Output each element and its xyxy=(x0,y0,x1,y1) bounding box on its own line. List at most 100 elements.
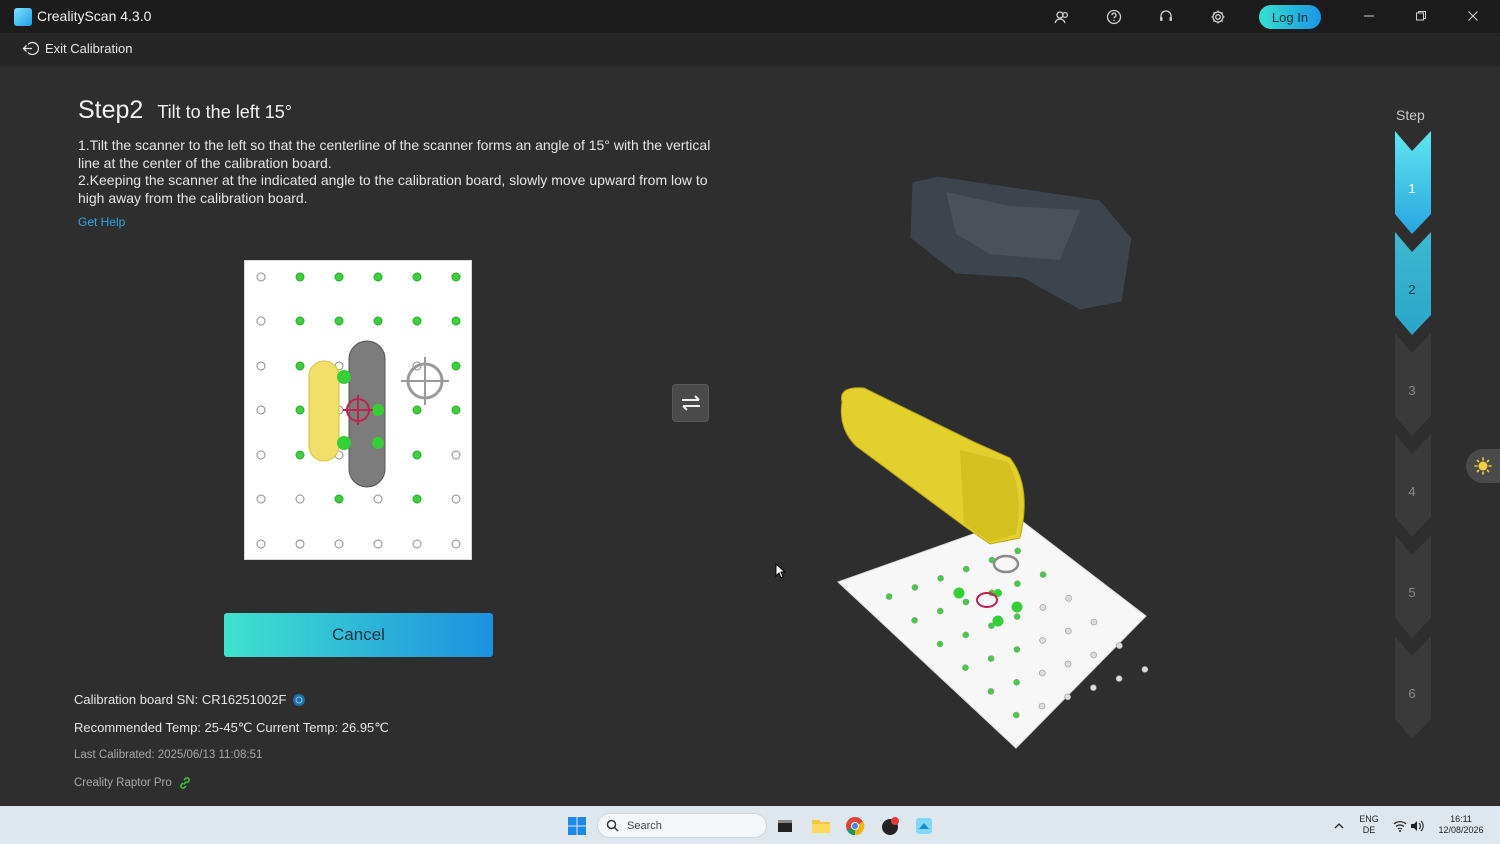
marker-dot xyxy=(256,494,266,504)
step-number-6: 6 xyxy=(1408,686,1416,701)
step-number-4: 4 xyxy=(1408,484,1416,499)
marker-dot xyxy=(451,494,461,504)
tray-chevron-up-icon[interactable] xyxy=(1328,815,1350,837)
search-placeholder: Search xyxy=(627,819,662,832)
info-circle-icon[interactable] xyxy=(292,693,306,707)
detected-marker-dot xyxy=(412,405,422,415)
plane-marker-dot xyxy=(1039,604,1047,611)
clock-time[interactable]: 16:11 xyxy=(1432,814,1490,825)
marker-dot xyxy=(451,450,461,460)
detected-marker-dot xyxy=(295,450,305,460)
plane-marker-dot xyxy=(1064,627,1072,635)
device-name: Creality Raptor Pro xyxy=(74,777,172,789)
step-number-3: 3 xyxy=(1408,383,1416,398)
lang-top[interactable]: ENG xyxy=(1357,814,1381,825)
step-heading: Step2 Tilt to the left 15° xyxy=(78,96,292,125)
steps-panel-label: Step xyxy=(1396,107,1425,123)
marker-dot xyxy=(256,272,266,282)
board-sn-row: Calibration board SN: CR16251002F xyxy=(74,692,306,707)
terminal-app-icon[interactable] xyxy=(774,815,796,837)
instruction-1: 1.Tilt the scanner to the left so that t… xyxy=(78,137,711,171)
plane-marker-dot xyxy=(911,616,918,624)
clock-date[interactable]: 12/08/2026 xyxy=(1432,825,1490,836)
plane-marker-dot xyxy=(937,574,944,582)
plane-marker-dot xyxy=(1064,693,1072,701)
get-help-link[interactable]: Get Help xyxy=(78,215,125,229)
sun-icon xyxy=(1474,457,1492,475)
file-explorer-icon[interactable] xyxy=(810,815,832,837)
detected-marker-dot xyxy=(451,316,461,326)
step-subtitle: Tilt to the left 15° xyxy=(157,102,292,122)
exit-calibration-button[interactable]: Exit Calibration xyxy=(22,40,132,57)
plane-marker-dot xyxy=(885,593,893,600)
volume-icon[interactable] xyxy=(1406,815,1428,837)
community-icon[interactable] xyxy=(1051,6,1073,28)
plane-marker-dot xyxy=(1116,642,1123,650)
temperature-text: Recommended Temp: 25-45℃ Current Temp: 2… xyxy=(74,720,389,735)
marker-dot xyxy=(334,539,344,549)
marker-dot xyxy=(295,494,305,504)
detected-marker-dot xyxy=(334,494,344,504)
restore-icon[interactable] xyxy=(1406,5,1436,27)
taskbar-search[interactable]: Search xyxy=(597,813,767,838)
media-app-icon[interactable] xyxy=(879,815,901,837)
plane-marker-dot xyxy=(1090,684,1097,692)
plane-marker-dot xyxy=(937,607,944,615)
plane-marker-dot xyxy=(987,655,995,662)
plane-marker-dot xyxy=(962,664,969,672)
plane-marker-dot xyxy=(987,688,995,695)
marker-dot xyxy=(256,361,266,371)
link-icon[interactable] xyxy=(178,776,192,790)
device-row: Creality Raptor Pro xyxy=(74,776,192,790)
brightness-button[interactable] xyxy=(1466,449,1500,483)
login-button[interactable]: Log In xyxy=(1259,5,1321,29)
plane-marker-dot xyxy=(1013,646,1021,653)
plane-marker-dot xyxy=(1115,675,1123,682)
plane-marker-dot xyxy=(963,565,970,573)
cancel-button[interactable]: Cancel xyxy=(224,613,493,657)
detected-marker-dot xyxy=(451,361,461,371)
instruction-2: 2.Keeping the scanner at the indicated a… xyxy=(78,172,708,206)
marker-dot xyxy=(373,494,383,504)
step-instructions: 1.Tilt the scanner to the left so that t… xyxy=(78,137,718,207)
board-diagram xyxy=(256,272,461,549)
windows-start-icon[interactable] xyxy=(566,815,588,837)
gear-icon[interactable] xyxy=(1207,6,1229,28)
plane-marker-dot xyxy=(1014,547,1022,555)
plane-marker-dot xyxy=(1013,678,1020,686)
support-icon[interactable] xyxy=(1155,6,1177,28)
crosshair-icon xyxy=(401,357,449,405)
exit-calibration-label: Exit Calibration xyxy=(45,41,133,56)
plane-marker-dot xyxy=(1038,669,1046,677)
plane-marker-dot xyxy=(1039,571,1047,578)
steps-panel: 1 2 3 4 5 6 xyxy=(1394,131,1432,756)
detected-marker-dot xyxy=(334,272,344,282)
swap-view-button[interactable] xyxy=(672,384,709,422)
detected-marker-dot xyxy=(373,272,383,282)
lang-bottom[interactable]: DE xyxy=(1357,825,1381,836)
detected-marker-dot xyxy=(412,272,422,282)
marker-dot xyxy=(256,405,266,415)
plane-marker-dot xyxy=(936,640,944,648)
step-number: Step2 xyxy=(78,96,144,124)
marker-dot xyxy=(256,450,266,460)
chrome-icon[interactable] xyxy=(844,815,866,837)
close-icon[interactable] xyxy=(1458,5,1488,27)
detected-marker-dot xyxy=(334,316,344,326)
plane-marker-dot xyxy=(1065,594,1072,602)
detected-marker-dot xyxy=(295,316,305,326)
last-calibrated-text: Last Calibrated: 2025/06/13 11:08:51 xyxy=(74,749,263,761)
plane-marker-dot xyxy=(1039,636,1046,644)
plane-marker-dot xyxy=(1141,666,1149,673)
minimize-icon[interactable] xyxy=(1354,5,1384,27)
detected-marker-dot xyxy=(295,272,305,282)
app-logo-icon xyxy=(14,8,32,26)
detected-marker-dot xyxy=(412,494,422,504)
marker-dot xyxy=(373,539,383,549)
detected-marker-dot xyxy=(295,361,305,371)
plane-marker-dot xyxy=(1090,618,1098,626)
plane-marker-dot xyxy=(962,631,969,639)
help-icon[interactable] xyxy=(1103,6,1125,28)
plane-marker-dot xyxy=(962,598,970,606)
crealityscan-taskbar-icon[interactable] xyxy=(913,815,935,837)
